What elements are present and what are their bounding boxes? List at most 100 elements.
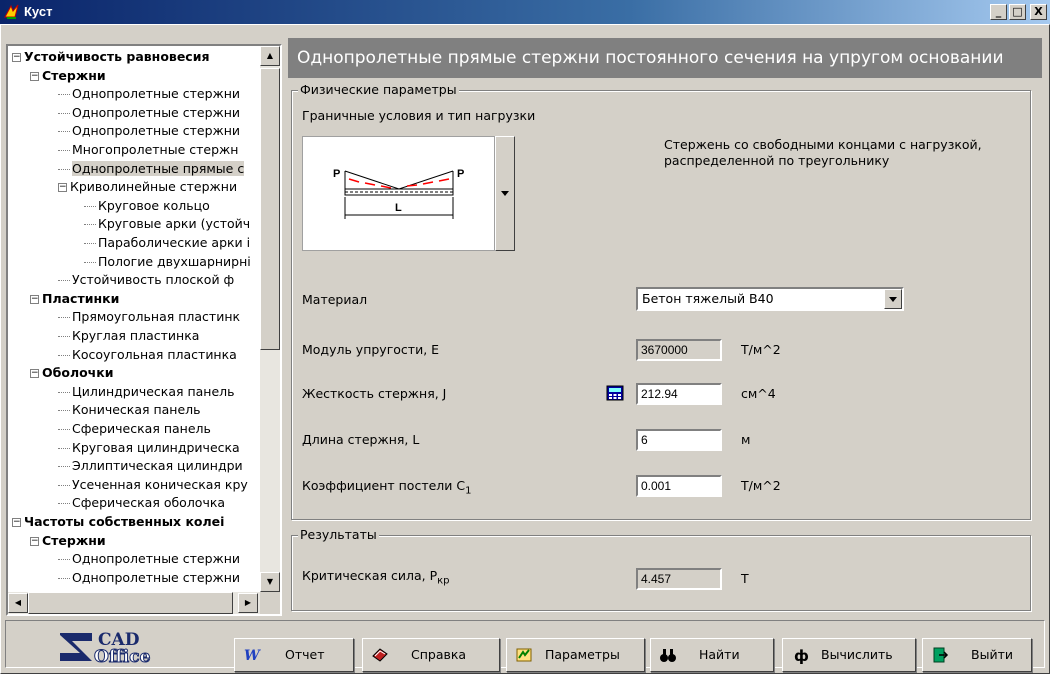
- compute-label: Вычислить: [821, 647, 893, 662]
- tree-item[interactable]: Круглая пластинка: [58, 327, 199, 345]
- collapse-icon[interactable]: −: [30, 369, 39, 379]
- load-left-label: P: [333, 168, 340, 180]
- scroll-right-button[interactable]: ▶: [238, 593, 258, 613]
- tree-item[interactable]: − Частоты собственных колеі: [12, 513, 224, 531]
- book-icon: [372, 648, 388, 662]
- load-scheme-dropdown-button[interactable]: [495, 136, 515, 251]
- tree-item-label: Пологие двухшарнирні: [98, 253, 251, 269]
- calculator-icon[interactable]: [606, 385, 624, 401]
- tree-item[interactable]: − Стержни: [30, 532, 106, 550]
- tree-item[interactable]: − Устойчивость равновесия: [12, 48, 210, 66]
- tree-connector: [84, 261, 96, 263]
- tree-item[interactable]: Цилиндрическая панель: [58, 383, 235, 401]
- collapse-icon[interactable]: −: [12, 518, 21, 527]
- scroll-down-button[interactable]: ▼: [260, 572, 280, 592]
- compute-button[interactable]: ф Вычислить: [782, 638, 916, 672]
- critical-force-unit: Т: [741, 571, 749, 586]
- tree-item[interactable]: Сферическая панель: [58, 420, 211, 438]
- tree-item[interactable]: Пологие двухшарнирні: [84, 253, 251, 271]
- length-label-text: Длина стержня, L: [302, 432, 420, 447]
- bedding-label: Коэффициент постели C1: [302, 478, 472, 497]
- length-label: L: [395, 202, 402, 214]
- tree-item-label: Цилиндрическая панель: [72, 383, 235, 399]
- maximize-button[interactable]: □: [1009, 4, 1026, 20]
- exit-button[interactable]: Выйти: [922, 638, 1032, 672]
- tree-connector: [58, 466, 70, 468]
- tree-item[interactable]: Косоугольная пластинка: [58, 346, 237, 364]
- tree-item[interactable]: − Криволинейные стержни: [58, 178, 237, 196]
- tree-item-label: Коническая панель: [72, 402, 201, 418]
- tree-connector: [58, 168, 70, 170]
- load-scheme-preview[interactable]: P P L: [302, 136, 495, 251]
- tree-item[interactable]: Круговые арки (устойч: [84, 215, 250, 233]
- bedding-input[interactable]: 0.001: [636, 475, 722, 497]
- hscroll-thumb[interactable]: [28, 592, 233, 614]
- close-button[interactable]: X: [1030, 4, 1047, 20]
- tree-item-label: Параболические арки i: [98, 235, 251, 250]
- tree-item[interactable]: Однопролетные стержни: [58, 85, 240, 103]
- scroll-thumb[interactable]: [260, 68, 280, 350]
- length-input[interactable]: 6: [636, 429, 722, 451]
- chevron-down-icon: [889, 297, 897, 302]
- tree-item-label: Сферическая панель: [72, 421, 211, 436]
- tree-item[interactable]: Однопролетные прямые с: [58, 160, 245, 178]
- tree-item-label: Однопролетные стержни: [72, 551, 241, 567]
- find-button[interactable]: Найти: [650, 638, 774, 672]
- material-dropdown-button[interactable]: [884, 289, 902, 309]
- app-icon: [4, 4, 19, 19]
- stiffness-label: Жесткость стержня, J: [302, 386, 447, 401]
- tree-connector: [58, 559, 70, 561]
- tree-item[interactable]: Сферическая оболочка: [58, 494, 225, 512]
- tree-horizontal-scrollbar[interactable]: ◀ ▶: [8, 592, 260, 614]
- scroll-up-button[interactable]: ▲: [260, 46, 280, 66]
- tree-item[interactable]: Однопролетные стержни: [58, 122, 240, 140]
- stiffness-input[interactable]: 212.94: [636, 383, 722, 405]
- material-select[interactable]: Бетон тяжелый В40: [636, 287, 904, 311]
- exit-label: Выйти: [971, 647, 1013, 662]
- tree-item[interactable]: Прямоугольная пластинк: [58, 308, 240, 326]
- tree-item-label: Однопролетные стержни: [72, 104, 241, 120]
- parameters-label: Параметры: [545, 647, 620, 662]
- tree-item[interactable]: Многопролетные стержн: [58, 141, 238, 159]
- parameters-button[interactable]: Параметры: [506, 638, 645, 672]
- tree-item[interactable]: Устойчивость плоской ф: [58, 271, 234, 289]
- collapse-icon[interactable]: −: [30, 536, 39, 546]
- tree-connector: [84, 205, 96, 207]
- tree-item[interactable]: − Стержни: [30, 67, 106, 85]
- tree-item[interactable]: Усеченная коническая кру: [58, 476, 248, 494]
- tree-item-label: Однопролетные стержни: [72, 569, 241, 585]
- collapse-icon[interactable]: −: [12, 53, 21, 62]
- scad-office-logo: CAD Office: [58, 627, 188, 668]
- tree-item[interactable]: − Пластинки: [30, 290, 119, 308]
- collapse-icon[interactable]: −: [30, 294, 39, 304]
- tree-item-label: Круговая цилиндрическа: [72, 439, 240, 455]
- tree-item[interactable]: Однопролетные стержни: [58, 104, 240, 122]
- tree-item[interactable]: Однопролетные стержни: [58, 569, 240, 587]
- tree-item[interactable]: Круговая цилиндрическа: [58, 439, 240, 457]
- tree-item-label: Устойчивость плоской ф: [72, 272, 235, 288]
- navigation-tree[interactable]: − Устойчивость равновесия − Стержни Однопрол…: [6, 44, 282, 616]
- tree-item[interactable]: Параболические арки i: [84, 234, 250, 252]
- scroll-left-button[interactable]: ◀: [8, 593, 28, 613]
- tree-connector: [58, 336, 70, 337]
- tree-item-label: Частоты собственных колеі: [24, 514, 225, 529]
- exit-door-icon: [933, 647, 949, 663]
- tree-item-label: Круговые арки (устойч: [98, 216, 251, 232]
- tree-connector: [58, 429, 70, 430]
- tree-connector: [58, 577, 70, 579]
- tree-vertical-scrollbar[interactable]: ▲ ▼: [260, 46, 280, 592]
- collapse-icon[interactable]: −: [30, 71, 39, 81]
- tree-item[interactable]: − Оболочки: [30, 364, 114, 382]
- tree-item[interactable]: Круговое кольцо: [84, 197, 210, 215]
- minimize-button[interactable]: _: [990, 4, 1007, 20]
- tree-item[interactable]: Коническая панель: [58, 401, 201, 419]
- tree-item[interactable]: Однопролетные стержни: [58, 550, 240, 568]
- help-button[interactable]: Справка: [362, 638, 500, 672]
- stiffness-unit: см^4: [741, 386, 776, 401]
- critical-force-field: 4.457: [636, 568, 722, 590]
- collapse-icon[interactable]: −: [58, 183, 67, 193]
- beam-diagram: P P L: [333, 168, 464, 219]
- tree-connector: [58, 280, 70, 282]
- report-button[interactable]: W Отчет: [234, 638, 354, 672]
- tree-item[interactable]: Эллиптическая цилиндри: [58, 457, 243, 475]
